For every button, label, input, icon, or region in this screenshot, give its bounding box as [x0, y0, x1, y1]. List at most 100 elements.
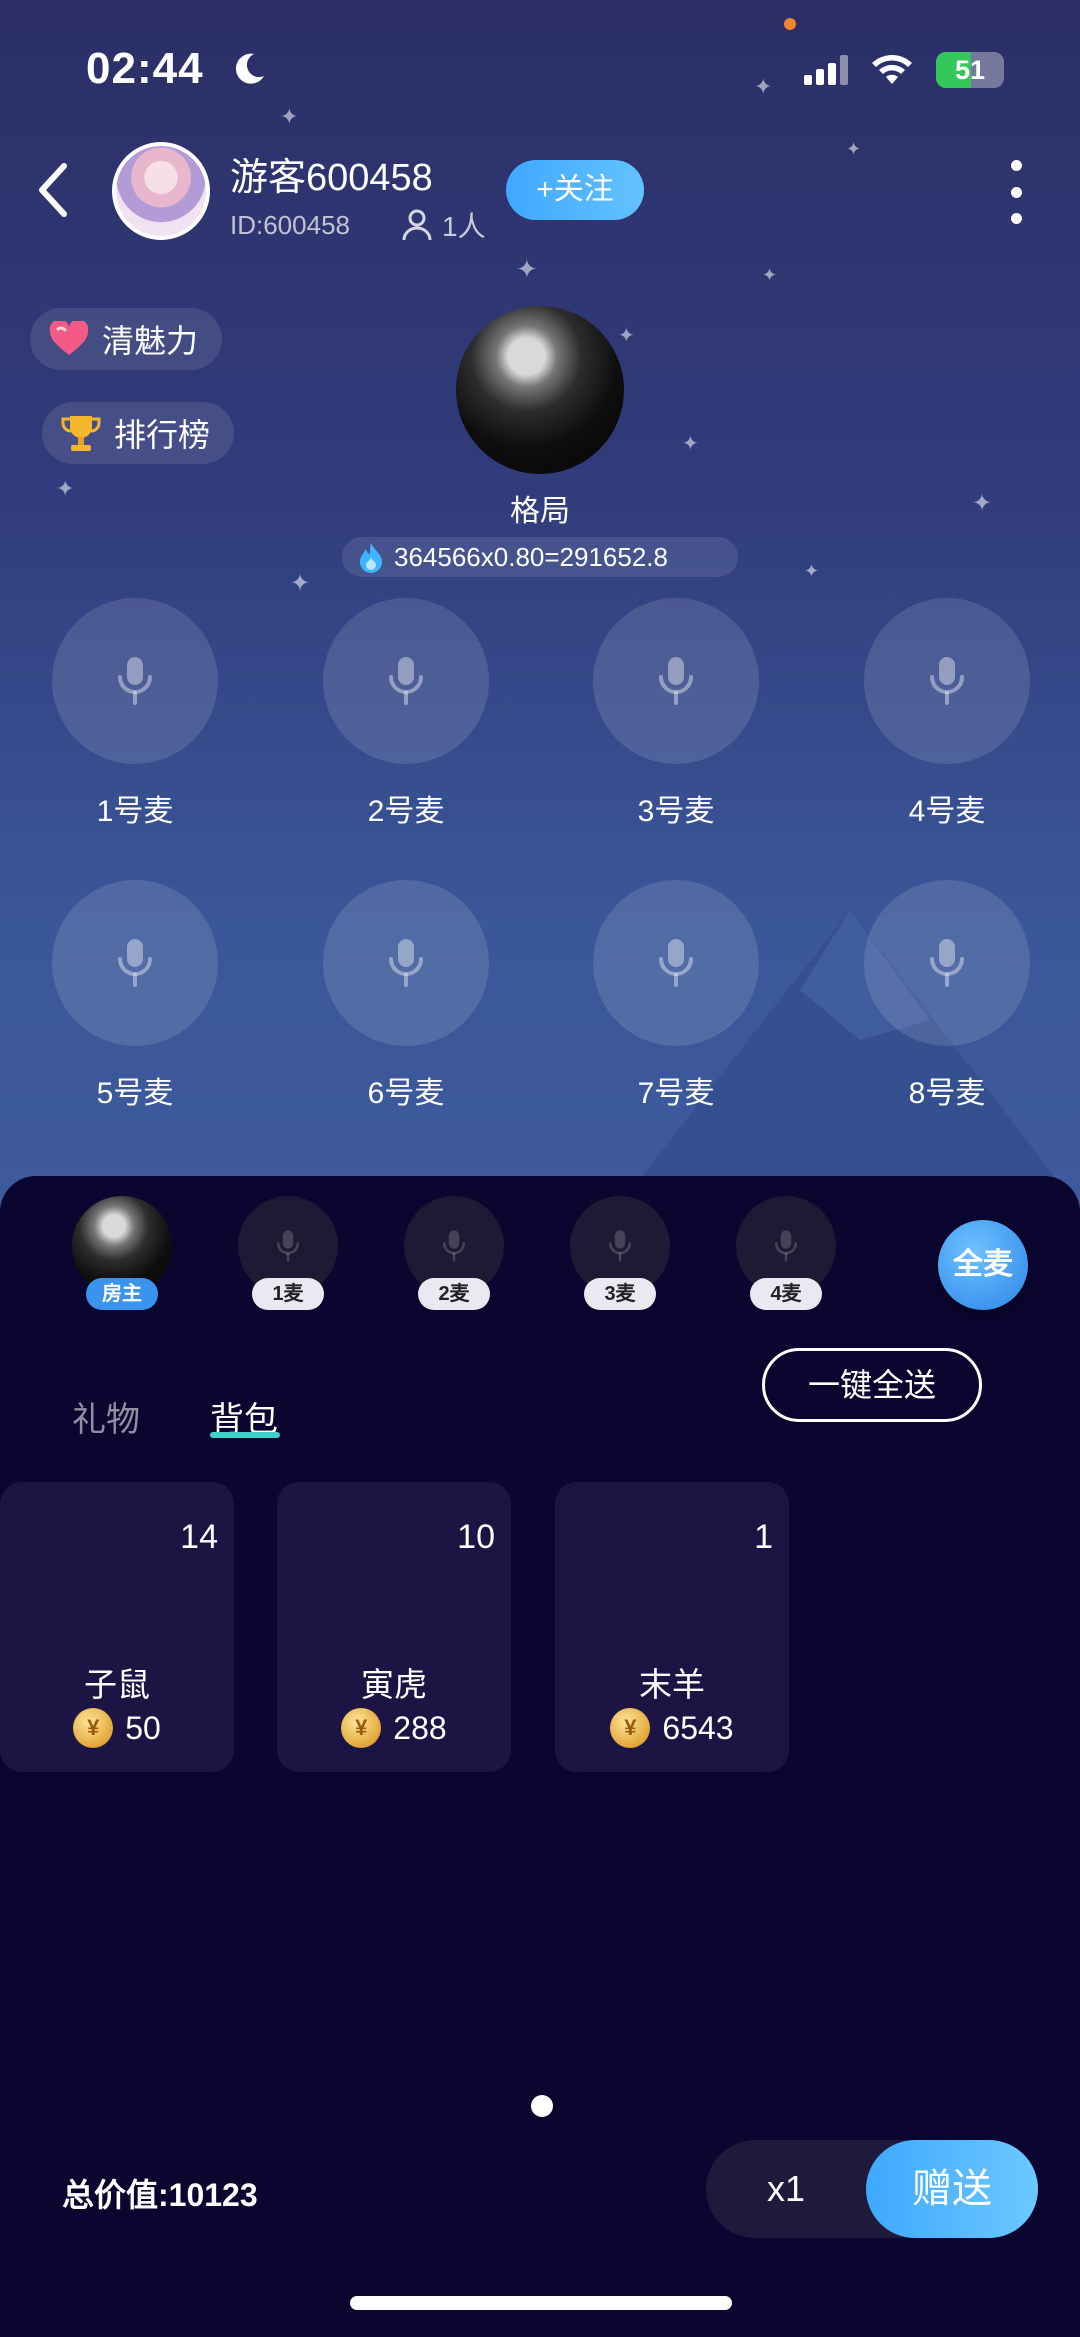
item-count: 10	[457, 1518, 495, 1556]
item-count: 1	[754, 1518, 773, 1556]
microphone-icon	[774, 1230, 798, 1262]
mic-seat-label: 1号麦	[96, 795, 174, 828]
send-button[interactable]: 赠送	[866, 2140, 1038, 2238]
page-indicator-dot	[531, 2095, 553, 2117]
item-name: 寅虎	[361, 1666, 427, 1703]
mic-seat-5[interactable]: 5号麦	[52, 880, 218, 1112]
owner-score: 364566x0.80=291652.8	[342, 537, 738, 577]
mic-seat-2[interactable]: 2号麦	[323, 598, 489, 830]
star-decoration: ✦	[682, 433, 699, 455]
item-name: 末羊	[639, 1666, 705, 1703]
microphone-icon	[118, 657, 152, 705]
owner-avatar[interactable]	[456, 306, 624, 474]
follow-button[interactable]: +关注	[506, 160, 644, 220]
microphone-icon	[118, 939, 152, 987]
mic-seat-circle[interactable]	[593, 598, 759, 764]
mic-seat-circle[interactable]	[864, 880, 1030, 1046]
gift-target-mic-1[interactable]: 1麦	[238, 1196, 338, 1310]
microphone-icon	[442, 1230, 466, 1262]
mic-seat-label: 6号麦	[367, 1077, 445, 1110]
item-count: 14	[180, 1518, 218, 1556]
gift-target-owner[interactable]: 房主	[72, 1196, 172, 1310]
more-dot	[1010, 186, 1022, 198]
gift-target-mic-4[interactable]: 4麦	[736, 1196, 836, 1310]
mic-seat-label: 4号麦	[908, 795, 986, 828]
mic-seat-7[interactable]: 7号麦	[593, 880, 759, 1112]
coin-icon: ¥	[341, 1708, 382, 1748]
backpack-item-card[interactable]: 1 末羊 ¥6543	[555, 1482, 789, 1772]
item-price: ¥288	[277, 1708, 511, 1748]
trophy-icon	[61, 416, 101, 451]
back-button[interactable]	[30, 160, 82, 220]
mic-seat-circle[interactable]	[593, 880, 759, 1046]
host-avatar[interactable]	[112, 142, 210, 240]
moon-icon	[235, 53, 264, 84]
microphone-icon	[389, 939, 423, 987]
tab-gifts[interactable]: 礼物	[72, 1392, 140, 1441]
leaderboard-label: 排行榜	[114, 417, 211, 453]
star-decoration: ✦	[280, 104, 299, 129]
item-price-value: 50	[125, 1709, 161, 1746]
microphone-icon	[389, 657, 423, 705]
owner-score-value: 364566x0.80=291652.8	[394, 541, 668, 572]
mic-seat-4[interactable]: 4号麦	[864, 598, 1030, 830]
gift-target-mic-2[interactable]: 2麦	[404, 1196, 504, 1310]
clear-charm-label: 清魅力	[102, 323, 199, 359]
mic-seat-circle[interactable]	[323, 880, 489, 1046]
microphone-icon	[276, 1230, 300, 1262]
gift-target-badge: 1麦	[252, 1278, 324, 1310]
battery-level: 51	[954, 55, 986, 85]
privacy-indicator-dot	[784, 18, 796, 30]
flame-icon	[360, 543, 382, 573]
more-options-button[interactable]	[1004, 160, 1028, 224]
mic-seat-6[interactable]: 6号麦	[323, 880, 489, 1112]
total-value: 总价值:10123	[62, 2177, 258, 2213]
status-time: 02:44	[86, 44, 204, 93]
quantity-selector[interactable]: x1	[706, 2140, 866, 2238]
mic-seat-circle[interactable]	[52, 598, 218, 764]
backpack-item-card[interactable]: 10 寅虎 ¥288	[277, 1482, 511, 1772]
star-decoration: ✦	[754, 74, 773, 99]
leaderboard-button[interactable]: 排行榜	[42, 402, 235, 464]
mic-seat-1[interactable]: 1号麦	[52, 598, 218, 830]
mic-seat-8[interactable]: 8号麦	[864, 880, 1030, 1112]
star-decoration: ✦	[516, 254, 538, 284]
home-indicator	[350, 2296, 732, 2310]
mic-seat-circle[interactable]	[864, 598, 1030, 764]
item-price: ¥6543	[555, 1708, 789, 1748]
gift-target-mic-3[interactable]: 3麦	[570, 1196, 670, 1310]
clear-charm-button[interactable]: 清魅力	[30, 308, 223, 370]
microphone-icon	[608, 1230, 632, 1262]
wifi-icon	[872, 55, 912, 84]
gift-target-badge: 2麦	[418, 1278, 490, 1310]
item-price: ¥50	[0, 1708, 234, 1748]
gift-target-badge: 3麦	[584, 1278, 656, 1310]
owner-name: 格局	[510, 495, 570, 528]
microphone-icon	[659, 939, 693, 987]
mic-seat-3[interactable]: 3号麦	[593, 598, 759, 830]
coin-icon: ¥	[73, 1708, 114, 1748]
battery-icon: 51	[936, 52, 1004, 88]
mic-seat-label: 3号麦	[637, 795, 715, 828]
coin-icon: ¥	[610, 1708, 651, 1748]
host-name: 游客600458	[230, 157, 433, 199]
mic-seat-circle[interactable]	[52, 880, 218, 1046]
all-mic-button[interactable]: 全麦	[938, 1220, 1028, 1310]
mic-seat-label: 7号麦	[637, 1077, 715, 1110]
star-decoration: ✦	[762, 265, 778, 285]
status-indicators: 51	[804, 52, 1004, 88]
cellular-signal-icon	[804, 55, 848, 85]
heart-icon	[49, 321, 89, 355]
mic-seat-label: 2号麦	[367, 795, 445, 828]
microphone-icon	[930, 657, 964, 705]
star-decoration: ✦	[618, 325, 635, 347]
more-dot	[1010, 160, 1022, 171]
gift-target-badge: 4麦	[750, 1278, 822, 1310]
mic-seat-circle[interactable]	[323, 598, 489, 764]
star-decoration: ✦	[846, 139, 862, 159]
online-count-label: 1人	[442, 211, 486, 242]
backpack-item-card[interactable]: 14 子鼠 ¥50	[0, 1482, 234, 1772]
online-count[interactable]: 1人	[402, 205, 486, 245]
send-all-button[interactable]: 一键全送	[762, 1348, 982, 1422]
more-dot	[1010, 213, 1022, 224]
